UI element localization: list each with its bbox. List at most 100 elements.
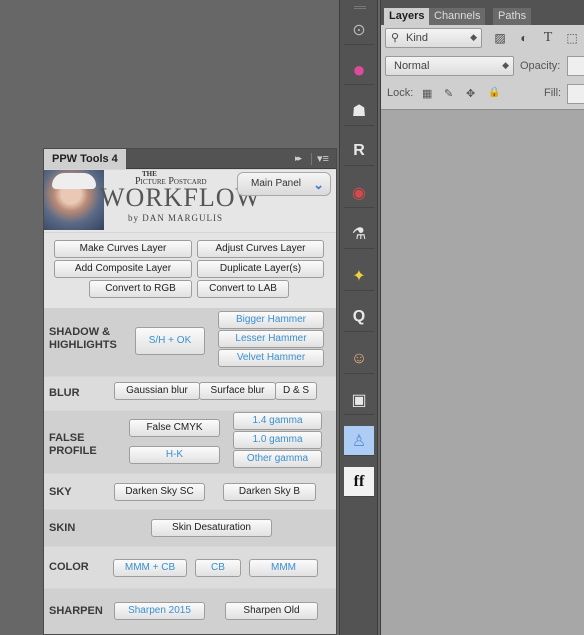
adjustment-filter-icon[interactable]: ◐ [517, 31, 531, 45]
add-composite-layer-button[interactable]: Add Composite Layer [54, 260, 192, 278]
mask-glyph: ☗ [351, 102, 367, 120]
blend-mode-dropdown[interactable]: Normal ◆ [385, 56, 514, 76]
blur-label: BLUR [49, 387, 80, 399]
lock-move-icon[interactable]: ✥ [466, 87, 475, 100]
disc-icon[interactable]: ◉ [344, 178, 374, 208]
color-section: COLOR MMM + CB CB MMM [44, 547, 336, 588]
opacity-input[interactable] [567, 56, 584, 76]
script-r-icon[interactable]: R [344, 136, 374, 166]
h-k-button[interactable]: H-K [129, 446, 220, 464]
bigger-hammer-button[interactable]: Bigger Hammer [218, 311, 324, 329]
figure-icon[interactable]: ♙ [344, 426, 374, 456]
ff-logo-icon[interactable]: ff [344, 467, 374, 497]
gaussian-blur-button[interactable]: Gaussian blur [114, 382, 200, 400]
magic-wand-icon[interactable]: ✦ [344, 261, 374, 291]
convert-to-rgb-button[interactable]: Convert to RGB [89, 280, 192, 298]
velvet-hammer-button[interactable]: Velvet Hammer [218, 349, 324, 367]
layers-divider [381, 109, 584, 110]
script-r-glyph: R [353, 141, 365, 159]
mmm-cb-button[interactable]: MMM + CB [113, 559, 187, 577]
layers-tab-bar: Layers Channels Paths [381, 0, 584, 25]
briefcase-glyph: ▣ [351, 391, 367, 409]
panel-tab-title[interactable]: PPW Tools 4 [44, 149, 126, 169]
sharpen-label: SHARPEN [49, 605, 103, 617]
collapse-panel-icon[interactable]: ▸▸ [295, 153, 302, 164]
fill-label: Fill: [544, 87, 562, 99]
sharpen-old-button[interactable]: Sharpen Old [225, 602, 318, 620]
layer-actions: Make Curves Layer Adjust Curves Layer Ad… [44, 233, 336, 308]
blur-section: BLUR Gaussian blur Surface blur D & S [44, 377, 336, 410]
panel-tab-bar: PPW Tools 4 ▸▸ ▾≡ [44, 149, 336, 169]
portrait-glyph: ☺ [350, 349, 368, 367]
briefcase-icon[interactable]: ▣ [344, 385, 374, 415]
sharpen-2015-button[interactable]: Sharpen 2015 [114, 602, 205, 620]
workflow-logo: THE Picture Postcard WORKFLOW by DAN MAR… [100, 170, 260, 230]
opacity-label: Opacity: [520, 60, 561, 72]
tab-channels[interactable]: Channels [429, 8, 486, 25]
cb-button[interactable]: CB [195, 559, 241, 577]
blend-mode-value: Normal [394, 60, 430, 72]
shape-filter-icon[interactable]: ⬚ [565, 31, 579, 45]
main-panel-dropdown[interactable]: Main Panel ⌄ [237, 172, 331, 196]
tab-layers[interactable]: Layers [384, 8, 430, 25]
color-sampler-glyph: ⊙ [352, 21, 366, 39]
false-profile-label: FALSE PROFILE [49, 432, 97, 457]
shadow-highlights-section: SHADOW & HIGHLIGHTS S/H + OK Bigger Hamm… [44, 308, 336, 376]
color-label: COLOR [49, 561, 89, 573]
layers-controls: ⚲ Kind ◆ ▨ ◐ T ⬚ Normal ◆ Opacity: Lock:… [381, 25, 584, 109]
chevron-down-icon: ⌄ [313, 177, 324, 192]
mmm-button[interactable]: MMM [249, 559, 318, 577]
sharpen-section: SHARPEN Sharpen 2015 Sharpen Old [44, 589, 336, 634]
sky-label: SKY [49, 486, 72, 498]
dropdown-arrow-icon: ◆ [502, 60, 509, 70]
convert-to-lab-button[interactable]: Convert to LAB [197, 280, 289, 298]
panel-menu-icon[interactable]: ▾≡ [317, 152, 329, 165]
skin-section: SKIN Skin Desaturation [44, 510, 336, 546]
tab-paths[interactable]: Paths [493, 8, 532, 25]
type-filter-icon[interactable]: T [541, 31, 555, 45]
ppw-tools-panel: PPW Tools 4 ▸▸ ▾≡ THE Picture Postcard W… [43, 148, 337, 635]
portrait-icon[interactable]: ☺ [344, 344, 374, 374]
lasso-q-icon[interactable]: Q [344, 302, 374, 332]
fill-input[interactable] [567, 84, 584, 104]
adjust-curves-layer-button[interactable]: Adjust Curves Layer [197, 240, 324, 258]
lesser-hammer-button[interactable]: Lesser Hammer [218, 330, 324, 348]
logo-byline: by DAN MARGULIS [128, 213, 224, 223]
skin-label: SKIN [49, 522, 76, 534]
kind-filter-dropdown[interactable]: ⚲ Kind ◆ [385, 28, 482, 48]
gamma-1-0-button[interactable]: 1.0 gamma [233, 431, 322, 449]
flask-icon[interactable]: ⚗ [344, 219, 374, 249]
ds-button[interactable]: D & S [275, 382, 317, 400]
lock-label: Lock: [387, 87, 414, 99]
shadow-highlights-label: SHADOW & HIGHLIGHTS [49, 326, 117, 351]
skin-desaturation-button[interactable]: Skin Desaturation [151, 519, 272, 537]
ff-logo-glyph: ff [353, 472, 365, 490]
cmyk-swatch-icon[interactable]: ● [344, 55, 374, 85]
make-curves-layer-button[interactable]: Make Curves Layer [54, 240, 192, 258]
mask-icon[interactable]: ☗ [344, 96, 374, 126]
image-filter-icon[interactable]: ▨ [493, 31, 507, 45]
search-icon: ⚲ [391, 32, 400, 44]
kind-filter-value: Kind [406, 32, 429, 44]
strip-grip[interactable] [354, 6, 366, 9]
gamma-1-4-button[interactable]: 1.4 gamma [233, 412, 322, 430]
sh-ok-button[interactable]: S/H + OK [135, 327, 205, 355]
darken-sky-b-button[interactable]: Darken Sky B [223, 483, 316, 501]
dropdown-arrow-icon: ◆ [470, 32, 477, 42]
lasso-q-glyph: Q [352, 307, 366, 325]
cmyk-swatch-glyph: ● [352, 56, 366, 82]
lock-all-icon[interactable]: 🔒 [488, 87, 500, 98]
false-cmyk-button[interactable]: False CMYK [129, 419, 220, 437]
sky-section: SKY Darken Sky SC Darken Sky B [44, 474, 336, 509]
duplicate-layers-button[interactable]: Duplicate Layer(s) [197, 260, 324, 278]
color-sampler-icon[interactable]: ⊙ [344, 15, 374, 45]
author-photo [44, 170, 104, 230]
ppw-header: THE Picture Postcard WORKFLOW by DAN MAR… [44, 170, 336, 232]
figure-glyph: ♙ [351, 432, 367, 450]
surface-blur-button[interactable]: Surface blur [199, 382, 276, 400]
main-panel-dropdown-value: Main Panel [251, 178, 302, 189]
lock-brush-icon[interactable]: ✎ [444, 87, 453, 100]
lock-transparent-icon[interactable]: ▦ [422, 87, 432, 100]
darken-sky-sc-button[interactable]: Darken Sky SC [114, 483, 205, 501]
other-gamma-button[interactable]: Other gamma [233, 450, 322, 468]
